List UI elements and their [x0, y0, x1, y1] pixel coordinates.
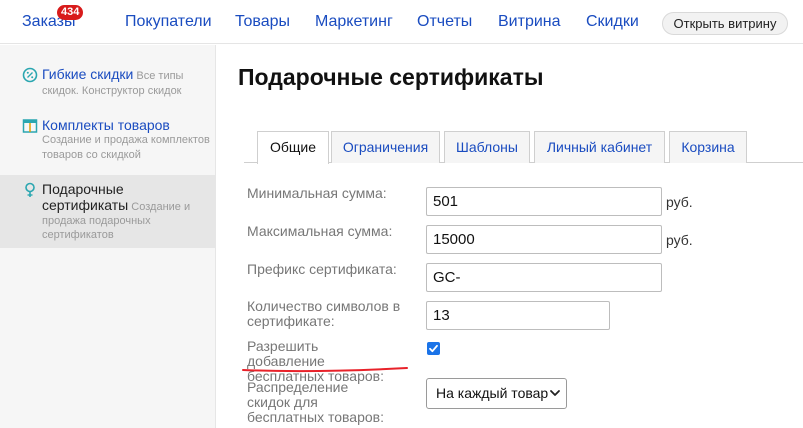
chars-count-input[interactable]: 13 — [426, 301, 610, 330]
min-sum-label: Минимальная сумма: — [247, 185, 387, 201]
min-sum-currency: руб. — [666, 194, 693, 210]
tab-templates[interactable]: Шаблоны — [444, 131, 530, 163]
orders-count-badge: 434 — [57, 5, 84, 20]
nav-customers[interactable]: Покупатели — [125, 13, 212, 31]
distribution-selected-value: На каждый товар — [436, 385, 549, 401]
sidebar-item-title: Подарочные сертификаты — [42, 181, 129, 213]
prefix-label: Префикс сертификата: — [247, 261, 397, 277]
allow-free-goods-label: Разрешить добавление бесплатных товаров: — [247, 338, 384, 384]
sidebar-item-title: Комплекты товаров — [42, 117, 170, 133]
distribution-select[interactable]: На каждый товар — [426, 378, 567, 409]
settings-tabs: Общие Ограничения Шаблоны Личный кабинет… — [244, 129, 803, 164]
min-sum-input[interactable]: 501 — [426, 187, 662, 216]
max-sum-input[interactable]: 15000 — [426, 225, 662, 254]
nav-marketing[interactable]: Маркетинг — [315, 13, 393, 31]
open-storefront-button[interactable]: Открыть витрину — [662, 12, 788, 35]
sidebar-item-title: Гибкие скидки — [42, 66, 134, 82]
tab-personal-account[interactable]: Личный кабинет — [534, 131, 665, 163]
allow-free-goods-checkbox[interactable] — [427, 342, 440, 355]
sidebar-item-gift-certificates[interactable]: Подарочные сертификаты Создание и продаж… — [0, 175, 216, 248]
product-set-icon — [22, 119, 38, 133]
nav-reports[interactable]: Отчеты — [417, 13, 472, 31]
sidebar-item-product-sets[interactable]: Комплекты товаров Создание и продажа ком… — [0, 109, 216, 171]
nav-storefront[interactable]: Витрина — [498, 13, 561, 31]
nav-discounts[interactable]: Скидки — [586, 13, 639, 31]
chevron-down-icon — [550, 390, 560, 396]
checkmark-icon — [429, 344, 438, 353]
nav-products[interactable]: Товары — [235, 13, 290, 31]
tab-general[interactable]: Общие — [257, 131, 329, 164]
tab-restrictions[interactable]: Ограничения — [331, 131, 440, 163]
sidebar: Гибкие скидки Все типы скидок. Конструкт… — [0, 45, 216, 428]
prefix-input[interactable]: GC- — [426, 263, 662, 292]
max-sum-currency: руб. — [666, 232, 693, 248]
tab-cart[interactable]: Корзина — [669, 131, 747, 163]
red-underline-annotation — [242, 367, 408, 373]
chars-count-label: Количество символов в сертификате: — [247, 298, 401, 329]
gift-certificate-icon — [25, 182, 35, 197]
percent-circle-icon — [22, 67, 38, 83]
top-navigation: Заказы 434 Покупатели Товары Маркетинг О… — [0, 0, 803, 44]
distribution-label: Распределение скидок для бесплатных това… — [247, 379, 384, 425]
sidebar-item-desc: Создание и продажа комплектов товаров со… — [42, 134, 210, 161]
sidebar-item-flexible-discounts[interactable]: Гибкие скидки Все типы скидок. Конструкт… — [0, 59, 216, 105]
max-sum-label: Максимальная сумма: — [247, 223, 393, 239]
page-title: Подарочные сертификаты — [238, 64, 544, 90]
